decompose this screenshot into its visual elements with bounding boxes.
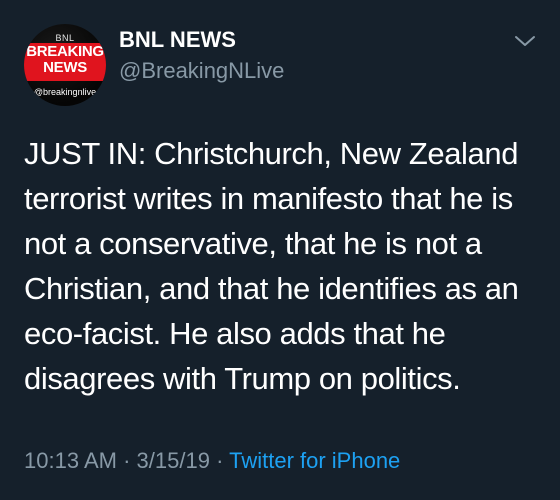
chevron-down-icon[interactable] (514, 34, 536, 48)
meta-separator: · (216, 448, 224, 473)
user-handle[interactable]: @BreakingNLive (119, 60, 284, 82)
tweet-date[interactable]: 3/15/19 (137, 448, 210, 473)
avatar[interactable]: BNL BREAKING NEWS @breakingnlive (24, 24, 106, 106)
avatar-logo-handle: @breakingnlive (33, 87, 97, 97)
tweet: BNL BREAKING NEWS @breakingnlive BNL NEW… (0, 0, 560, 500)
avatar-logo-line-2: NEWS (43, 59, 87, 76)
avatar-logo-line-1: BREAKING (26, 43, 104, 60)
avatar-logo-top: BNL (55, 33, 75, 43)
tweet-meta: 10:13 AM · 3/15/19 · Twitter for iPhone (24, 450, 400, 472)
tweet-text: JUST IN: Christchurch, New Zealand terro… (24, 136, 519, 396)
tweet-time[interactable]: 10:13 AM (24, 448, 117, 473)
meta-separator: · (123, 448, 131, 473)
tweet-source-link[interactable]: Twitter for iPhone (229, 448, 400, 473)
display-name[interactable]: BNL NEWS (119, 29, 236, 51)
